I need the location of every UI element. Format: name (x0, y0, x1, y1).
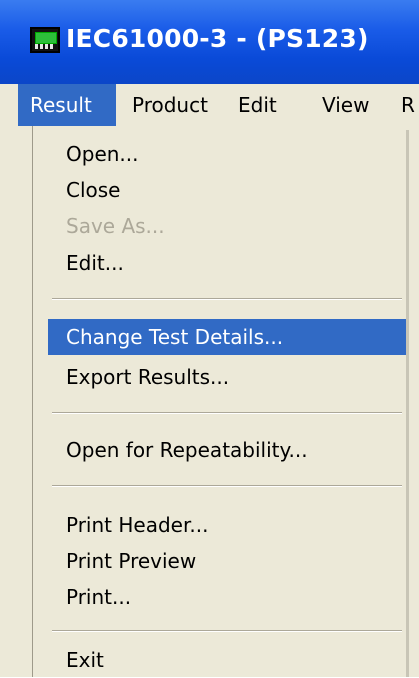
menu-item-print-preview[interactable]: Print Preview (48, 543, 403, 579)
menu-r-truncated[interactable]: R (401, 84, 415, 126)
menu-item-label: Print... (66, 585, 132, 609)
menu-item-open[interactable]: Open... (48, 136, 403, 172)
menu-shadow (406, 130, 409, 677)
menu-item-open-for-repeatability[interactable]: Open for Repeatability... (48, 432, 403, 468)
menu-bar: Result Product Edit View R (0, 84, 419, 126)
menu-separator (52, 298, 402, 300)
menu-edit[interactable]: Edit (238, 84, 277, 126)
menu-separator (52, 412, 402, 414)
menu-item-print[interactable]: Print... (48, 579, 403, 615)
menu-item-label: Export Results... (66, 365, 230, 389)
menu-item-label: Edit... (66, 251, 124, 275)
menu-item-change-test-details[interactable]: Change Test Details... (48, 319, 406, 355)
menu-view[interactable]: View (322, 84, 369, 126)
menu-item-edit[interactable]: Edit... (48, 245, 403, 281)
title-bar[interactable]: IEC61000-3 - (PS123) (0, 0, 419, 84)
menu-item-export-results[interactable]: Export Results... (48, 359, 403, 395)
menu-item-label: Save As... (66, 214, 165, 238)
menu-result[interactable]: Result (18, 84, 116, 126)
app-monitor-icon (30, 27, 60, 53)
window-title: IEC61000-3 - (PS123) (66, 24, 369, 53)
menu-item-label: Change Test Details... (66, 325, 284, 349)
menu-item-print-header[interactable]: Print Header... (48, 507, 403, 543)
menu-item-label: Print Header... (66, 513, 209, 537)
menu-item-label: Print Preview (66, 549, 197, 573)
menu-item-exit[interactable]: Exit (48, 642, 403, 678)
menu-separator (52, 485, 402, 487)
menu-item-label: Close (66, 178, 121, 202)
menu-item-close[interactable]: Close (48, 172, 403, 208)
menu-product[interactable]: Product (132, 84, 208, 126)
menu-item-save-as[interactable]: Save As... (48, 208, 403, 244)
menu-item-label: Exit (66, 648, 104, 672)
menu-item-label: Open for Repeatability... (66, 438, 308, 462)
menu-item-label: Open... (66, 142, 139, 166)
menu-separator (52, 630, 402, 632)
